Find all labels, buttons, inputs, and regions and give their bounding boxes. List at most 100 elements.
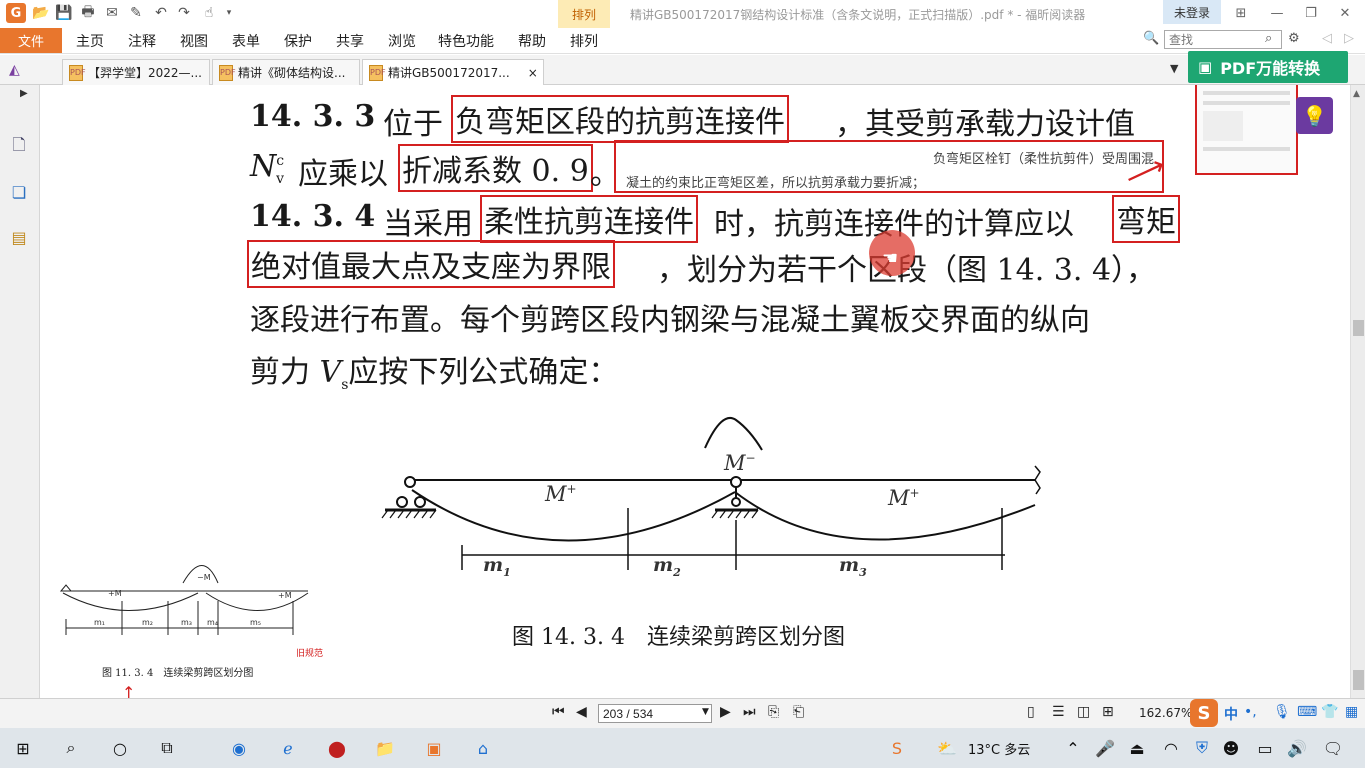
- context-tab-arrange[interactable]: 排列: [558, 0, 610, 28]
- file-menu[interactable]: 文件: [0, 28, 62, 53]
- expand-sidebar-icon[interactable]: ▶: [20, 88, 28, 99]
- page-dropdown-icon[interactable]: ▼: [702, 707, 709, 717]
- scroll-thumb[interactable]: [1353, 320, 1364, 336]
- tray-expand-icon[interactable]: ⌃: [1060, 736, 1086, 760]
- menu-features[interactable]: 特色功能: [438, 31, 494, 51]
- usb-icon[interactable]: ⏏: [1124, 736, 1150, 760]
- next-view-icon[interactable]: ⎗: [793, 704, 804, 720]
- app-house-icon[interactable]: ⌂: [470, 736, 496, 760]
- vertical-scrollbar[interactable]: ▲: [1350, 85, 1365, 698]
- volume-icon[interactable]: 🔊: [1284, 736, 1310, 760]
- last-page-icon[interactable]: ⏭: [743, 704, 756, 720]
- highlight-box[interactable]: 负弯矩区段的抗剪连接件: [451, 95, 789, 143]
- find-icon[interactable]: 🔍: [1143, 31, 1159, 46]
- login-button[interactable]: 未登录: [1163, 0, 1221, 24]
- document-page[interactable]: 14. 3. 3 位于 负弯矩区段的抗剪连接件 ，其受剪承载力设计值 Ncv 应…: [50, 85, 1346, 698]
- task-view-icon[interactable]: ⧉: [154, 736, 180, 760]
- maximize-icon[interactable]: ❐: [1296, 2, 1326, 24]
- app-logo[interactable]: G: [6, 3, 26, 23]
- mic-icon[interactable]: 🎙: [1273, 704, 1291, 720]
- menu-protect[interactable]: 保护: [284, 31, 312, 51]
- qq-icon[interactable]: ☻: [1218, 736, 1244, 760]
- scroll-thumb-secondary[interactable]: [1353, 670, 1364, 690]
- highlight-box[interactable]: 折减系数 0. 9: [398, 144, 593, 192]
- minimize-icon[interactable]: —: [1262, 2, 1292, 24]
- battery-icon[interactable]: ▭: [1252, 736, 1278, 760]
- keyboard-icon[interactable]: ⌨: [1297, 704, 1317, 720]
- foxit-reader-icon[interactable]: ▣: [421, 736, 447, 760]
- single-page-icon[interactable]: ▯: [1027, 704, 1035, 720]
- next-page-icon[interactable]: ▶: [720, 704, 731, 720]
- tray-sogou-icon[interactable]: S: [884, 736, 910, 760]
- ime-mode[interactable]: 中: [1224, 704, 1238, 724]
- sogou-browser-icon[interactable]: ◉: [226, 736, 252, 760]
- notification-icon[interactable]: 🗨: [1320, 736, 1346, 760]
- menu-arrange[interactable]: 排列: [570, 31, 598, 51]
- facing-icon[interactable]: ◫: [1077, 704, 1090, 720]
- tab-doc-1[interactable]: PDF 【羿学堂】2022—...: [62, 59, 210, 85]
- span-label-m3: m3: [839, 554, 867, 579]
- lightbulb-icon[interactable]: 💡: [1296, 97, 1333, 134]
- save-icon[interactable]: 💾: [55, 4, 73, 22]
- highlight-box[interactable]: 柔性抗剪连接件: [480, 195, 698, 243]
- open-folder-icon[interactable]: 📂: [32, 4, 50, 22]
- windows-start-icon[interactable]: ⊞: [10, 736, 36, 760]
- ie-browser-icon[interactable]: ℯ: [275, 736, 301, 760]
- comments-icon[interactable]: ▤: [8, 226, 30, 248]
- tab-doc-3[interactable]: PDF 精讲GB500172017... ×: [362, 59, 544, 85]
- microphone-icon[interactable]: 🎤: [1092, 736, 1118, 760]
- xiu-app-icon[interactable]: ⬤: [324, 736, 350, 760]
- forward-icon[interactable]: ▷: [1344, 31, 1354, 46]
- cortana-icon[interactable]: ○: [107, 736, 133, 760]
- taskbar-search-icon[interactable]: ⌕: [58, 736, 84, 760]
- shirt-icon[interactable]: 👕: [1321, 704, 1338, 720]
- back-icon[interactable]: ◁: [1322, 31, 1332, 46]
- weather-text[interactable]: 13°C 多云: [968, 739, 1030, 758]
- hand-tool-icon[interactable]: ☝: [200, 4, 218, 22]
- layers-icon[interactable]: ❏: [8, 181, 30, 203]
- redo-icon[interactable]: ↷: [175, 4, 193, 22]
- tab-doc-2[interactable]: PDF 精讲《砌体结构设...: [212, 59, 360, 85]
- search-icon[interactable]: ⌕: [1265, 31, 1272, 46]
- undo-icon[interactable]: ↶: [152, 4, 170, 22]
- close-icon[interactable]: ✕: [1330, 2, 1360, 24]
- security-shield-icon[interactable]: ⛨: [1189, 736, 1215, 760]
- menu-help[interactable]: 帮助: [518, 31, 546, 51]
- tab-close-icon[interactable]: ×: [528, 66, 538, 80]
- wifi-icon[interactable]: ◠: [1158, 736, 1184, 760]
- previous-view-icon[interactable]: ⎘: [768, 704, 779, 720]
- highlight-box[interactable]: 弯矩: [1112, 195, 1180, 243]
- menu-home[interactable]: 主页: [76, 31, 104, 51]
- toolbox-icon[interactable]: ▦: [1345, 704, 1358, 720]
- highlight-box[interactable]: 绝对值最大点及支座为界限: [247, 240, 615, 288]
- page-number-input[interactable]: [598, 704, 712, 723]
- customize-icon[interactable]: ▾: [220, 4, 238, 22]
- file-explorer-icon[interactable]: 📁: [372, 736, 398, 760]
- new-icon[interactable]: ✎: [127, 4, 145, 22]
- text-line: 剪力 Vs应按下列公式确定：: [250, 355, 619, 393]
- menu-form[interactable]: 表单: [232, 31, 260, 51]
- punctuation-icon[interactable]: •,: [1244, 704, 1257, 720]
- menu-annotate[interactable]: 注释: [128, 31, 156, 51]
- layout-icon[interactable]: ⊞: [1226, 2, 1256, 24]
- pdf-convert-button[interactable]: ▣ PDF万能转换: [1188, 51, 1348, 83]
- page-thumbnail-icon[interactable]: 🗋: [8, 135, 30, 158]
- sogou-ime-icon[interactable]: S: [1190, 699, 1218, 727]
- menu-view[interactable]: 视图: [180, 31, 208, 51]
- zoom-level[interactable]: 162.67%: [1139, 706, 1192, 720]
- continuous-icon[interactable]: ☰: [1052, 704, 1065, 720]
- prev-page-icon[interactable]: ◀: [576, 704, 587, 720]
- annotation-note[interactable]: 负弯矩区栓钉（柔性抗剪件）受周围混 凝土的约束比正弯矩区差，所以抗剪承载力要折减…: [614, 140, 1164, 193]
- gear-icon[interactable]: ⚙: [1288, 31, 1300, 46]
- cover-icon[interactable]: ⊞: [1102, 704, 1114, 720]
- tab-dropdown-icon[interactable]: ▼: [1170, 62, 1178, 75]
- tab-list-icon[interactable]: ◭: [9, 62, 27, 80]
- scroll-up-icon[interactable]: ▲: [1353, 89, 1360, 99]
- print-icon[interactable]: 🖶: [79, 4, 97, 22]
- email-icon[interactable]: ✉: [103, 4, 121, 22]
- hand-cursor-icon: ☚: [882, 248, 899, 269]
- first-page-icon[interactable]: ⏮: [552, 704, 565, 720]
- menu-share[interactable]: 共享: [336, 31, 364, 51]
- menu-browse[interactable]: 浏览: [388, 31, 416, 51]
- page-thumbnail-preview[interactable]: [1195, 85, 1298, 175]
